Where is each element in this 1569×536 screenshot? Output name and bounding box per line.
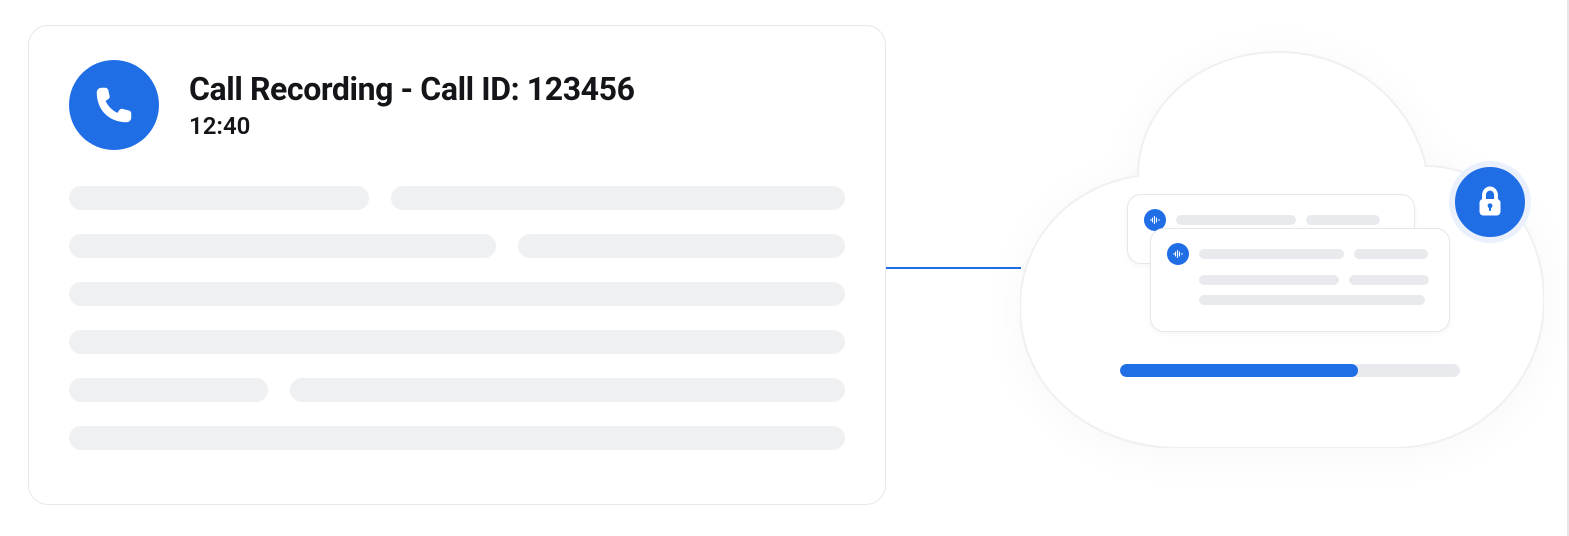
skeleton-line [1349, 275, 1429, 285]
audio-wave-icon [1167, 243, 1189, 265]
skeleton-line [290, 378, 845, 402]
card-title-block: Call Recording - Call ID: 123456 12:40 [189, 70, 635, 140]
skeleton-line [1199, 249, 1344, 259]
skeleton-line [69, 426, 845, 450]
skeleton-line [1176, 215, 1296, 225]
skeleton-line [69, 234, 496, 258]
skeleton-line [69, 378, 268, 402]
cloud-storage-illustration [1020, 48, 1544, 463]
upload-progress-bar [1120, 364, 1460, 377]
call-recording-card: Call Recording - Call ID: 123456 12:40 [28, 25, 886, 505]
skeleton-line [69, 330, 845, 354]
skeleton-line [1199, 275, 1339, 285]
skeleton-line [69, 186, 369, 210]
skeleton-line [1354, 249, 1428, 259]
upload-progress-fill [1120, 364, 1358, 377]
skeleton-line [518, 234, 845, 258]
transcript-placeholder [69, 186, 845, 450]
card-title: Call Recording - Call ID: 123456 [189, 70, 635, 108]
lock-icon [1449, 161, 1531, 243]
skeleton-line [69, 282, 845, 306]
phone-icon [69, 60, 159, 150]
skeleton-line [391, 186, 845, 210]
connector-line [886, 267, 1021, 269]
call-duration: 12:40 [189, 112, 635, 140]
card-header: Call Recording - Call ID: 123456 12:40 [69, 60, 845, 150]
skeleton-line [1306, 215, 1380, 225]
cloud-mini-card-front [1150, 228, 1450, 332]
skeleton-line [1199, 295, 1425, 305]
